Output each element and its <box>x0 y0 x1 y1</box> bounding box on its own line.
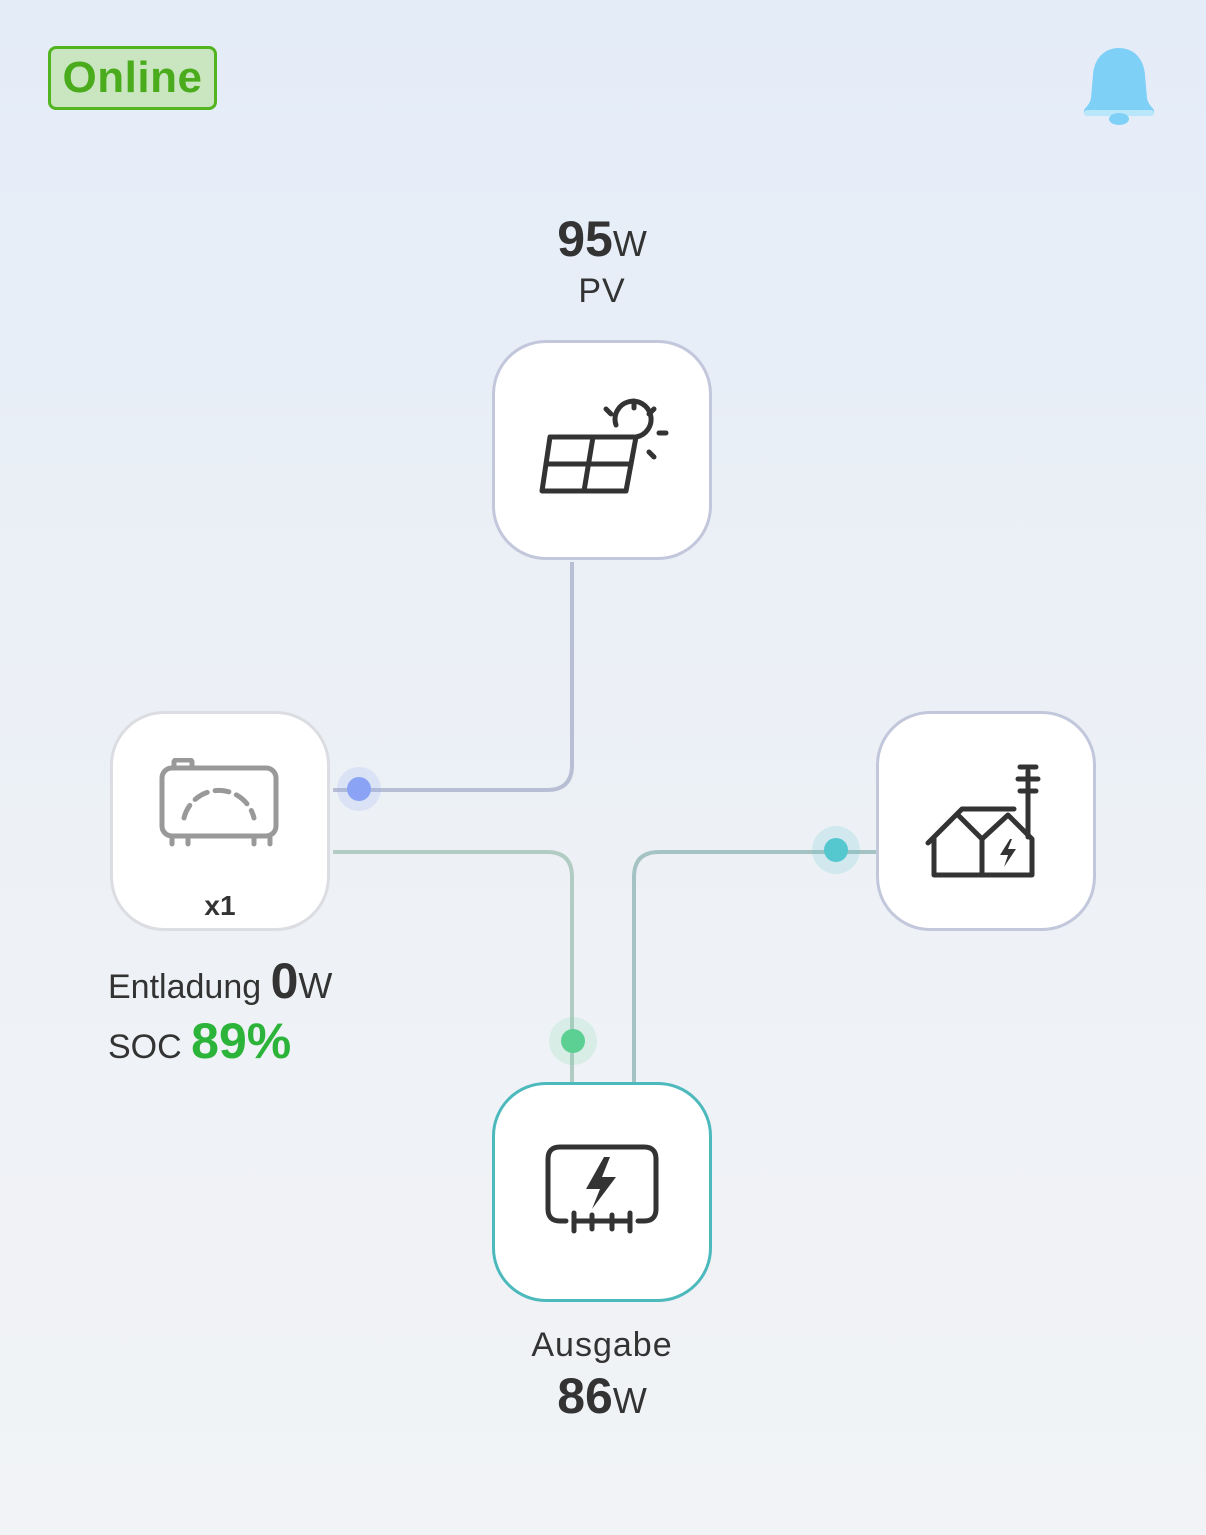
battery-mode-label: Entladung <box>108 968 262 1006</box>
output-power-value: 86 <box>557 1368 613 1424</box>
pv-power-value: 95 <box>557 211 613 267</box>
battery-pack-icon <box>159 758 279 847</box>
battery-flow-dot <box>549 1017 597 1065</box>
output-power-unit: W <box>612 1380 647 1421</box>
pv-label: PV <box>578 272 626 310</box>
battery-soc-readout: SOC 89% <box>108 1012 291 1070</box>
pv-readout: 95W PV <box>492 210 712 311</box>
grid-node[interactable] <box>876 711 1096 931</box>
grid-flow-line <box>632 850 876 1082</box>
battery-count: x1 <box>204 890 236 921</box>
house-grid-icon <box>925 764 1041 878</box>
pv-node[interactable] <box>492 340 712 560</box>
output-node[interactable] <box>492 1082 712 1302</box>
output-readout: Ausgabe 86W <box>492 1326 712 1425</box>
soc-value: 89% <box>191 1013 292 1069</box>
output-socket-icon <box>545 1144 659 1234</box>
battery-power-unit: W <box>298 965 333 1006</box>
battery-flow-line <box>333 850 574 1082</box>
soc-label: SOC <box>108 1028 182 1066</box>
battery-power-value: 0 <box>270 953 299 1009</box>
pv-flow-line <box>333 562 574 792</box>
battery-power-readout: Entladung 0W <box>108 952 332 1010</box>
pv-flow-dot <box>337 767 381 811</box>
grid-flow-dot <box>812 826 860 874</box>
solar-panel-sun-icon <box>539 398 669 494</box>
battery-node[interactable]: x1 <box>110 711 330 931</box>
output-label: Ausgabe <box>531 1326 673 1364</box>
pv-power-unit: W <box>612 223 647 264</box>
